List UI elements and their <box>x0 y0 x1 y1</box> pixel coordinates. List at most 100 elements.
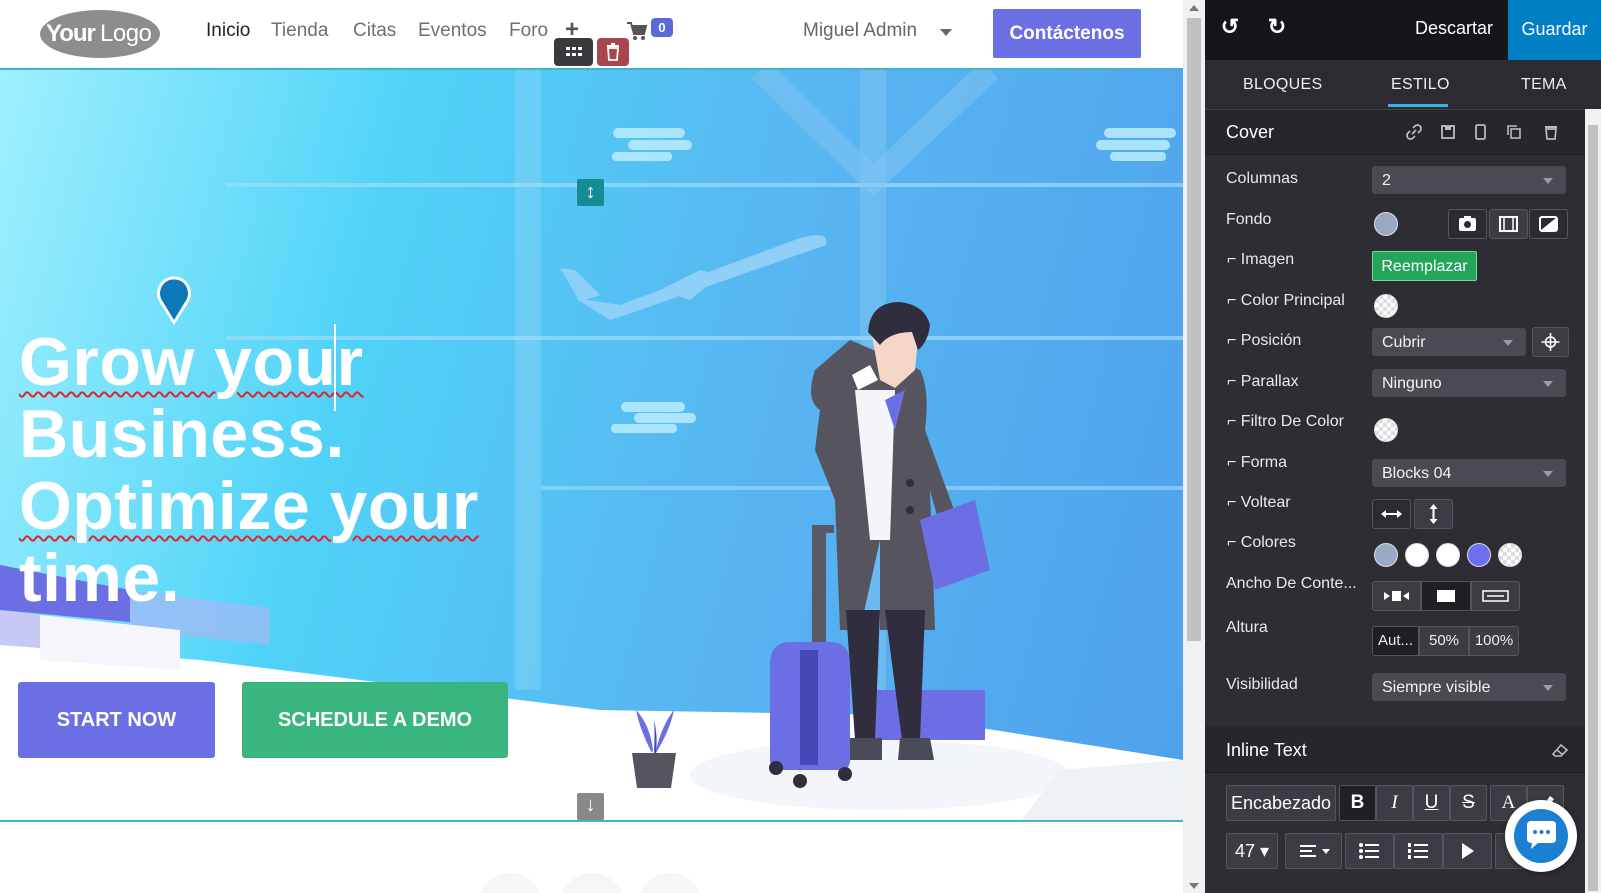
scroll-up-icon[interactable] <box>1189 5 1199 11</box>
shape-color-swatch-4[interactable] <box>1467 543 1491 567</box>
position-label-text: Posición <box>1240 332 1302 349</box>
tab-estilo[interactable]: ESTILO <box>1391 76 1450 94</box>
delete-button[interactable] <box>597 38 629 66</box>
shape-color-swatch-3[interactable] <box>1436 543 1460 567</box>
scrollbar-thumb[interactable] <box>1187 18 1201 641</box>
eraser-icon[interactable] <box>1550 740 1570 760</box>
replace-image-button[interactable]: Reemplazar <box>1372 251 1477 281</box>
svg-text:Your: Your <box>46 20 96 47</box>
svg-text:Logo: Logo <box>100 20 152 47</box>
color-filter-swatch[interactable] <box>1374 418 1398 442</box>
height-label: Altura <box>1226 619 1268 636</box>
shape-color-swatch-2[interactable] <box>1405 543 1429 567</box>
user-menu-caret-icon[interactable] <box>940 29 952 36</box>
live-chat-button[interactable] <box>1505 800 1577 872</box>
image-label-text: Imagen <box>1240 251 1295 268</box>
numbered-list-button[interactable] <box>1394 833 1443 869</box>
colors-label: ⌐ Colores <box>1227 534 1296 551</box>
camera-icon <box>1459 216 1476 231</box>
parallax-select[interactable]: Ninguno <box>1372 369 1566 397</box>
headline-line-4[interactable]: time. <box>19 540 180 616</box>
crosshair-icon <box>1541 333 1560 351</box>
user-menu[interactable]: Miguel Admin <box>803 20 917 42</box>
visibility-label: Visibilidad <box>1226 676 1298 693</box>
nav-item-citas[interactable]: Citas <box>353 20 396 42</box>
content-width-regular-button[interactable] <box>1421 581 1471 611</box>
background-color-swatch[interactable] <box>1374 212 1398 236</box>
text-style-select[interactable]: Encabezado <box>1226 785 1336 821</box>
shape-color-swatch-1[interactable] <box>1374 543 1398 567</box>
cover-section[interactable]: Grow your Business. Optimize your time. … <box>0 70 1183 822</box>
headline-line-1[interactable]: Grow your <box>19 324 364 400</box>
content-width-label: Ancho De Conte... <box>1226 575 1357 592</box>
height-auto-button[interactable]: Aut... <box>1372 626 1419 656</box>
position-label: ⌐ Posición <box>1227 332 1302 349</box>
hero-headline[interactable]: Grow your Business. Optimize your time. <box>19 326 489 614</box>
mobile-icon[interactable] <box>1470 122 1490 142</box>
content-width-full-button[interactable] <box>1471 581 1520 611</box>
background-gradient-button[interactable] <box>1529 209 1568 239</box>
align-select[interactable] <box>1285 833 1342 869</box>
tab-bloques[interactable]: BLOQUES <box>1243 76 1322 94</box>
chevron-down-icon <box>1543 685 1553 691</box>
panel-scrollbar[interactable] <box>1585 109 1601 893</box>
trash-icon[interactable] <box>1541 122 1561 142</box>
save-block-icon[interactable] <box>1438 122 1458 142</box>
headline-line-2[interactable]: Business. <box>19 396 345 472</box>
redo-icon[interactable]: ↻ <box>1264 14 1290 42</box>
position-select[interactable]: Cubrir <box>1372 328 1526 356</box>
scroll-down-icon[interactable] <box>1189 883 1199 889</box>
resize-top-handle[interactable]: ↕ <box>577 179 604 206</box>
shape-select[interactable]: Blocks 04 <box>1372 459 1566 487</box>
start-now-button[interactable]: START NOW <box>18 682 215 758</box>
duplicate-icon[interactable] <box>1504 122 1524 142</box>
save-button[interactable]: Guardar <box>1508 0 1601 60</box>
cover-section-title: Cover <box>1226 122 1275 142</box>
parallax-label-text: Parallax <box>1240 373 1299 390</box>
cart-icon[interactable] <box>626 20 648 42</box>
italic-button[interactable]: I <box>1376 785 1413 821</box>
link-icon[interactable] <box>1404 122 1424 142</box>
background-video-button[interactable] <box>1489 209 1528 239</box>
flip-label: ⌐ Voltear <box>1227 494 1291 511</box>
flip-horizontal-button[interactable] <box>1372 499 1411 529</box>
logo[interactable]: Your Logo <box>38 8 162 60</box>
position-picker-button[interactable] <box>1532 327 1569 357</box>
color-filter-label: ⌐ Filtro De Color <box>1227 413 1344 430</box>
tab-tema[interactable]: TEMA <box>1521 76 1567 94</box>
discard-button[interactable]: Descartar <box>1415 18 1493 39</box>
bullet-list-button[interactable] <box>1345 833 1394 869</box>
shape-value: Blocks 04 <box>1382 465 1452 482</box>
height-100-button[interactable]: 100% <box>1469 626 1519 656</box>
preview-scrollbar[interactable] <box>1183 0 1205 893</box>
headline-line-3[interactable]: Optimize your <box>19 468 479 544</box>
undo-icon[interactable]: ↺ <box>1217 14 1243 42</box>
contact-button[interactable]: Contáctenos <box>993 9 1141 58</box>
move-down-icon[interactable]: ↓ <box>577 793 604 820</box>
height-50-button[interactable]: 50% <box>1419 626 1469 656</box>
content-width-small-button[interactable] <box>1372 581 1421 611</box>
chevron-down-icon <box>1543 178 1553 184</box>
grid-options-button[interactable] <box>554 38 593 66</box>
play-button[interactable] <box>1443 833 1492 869</box>
schedule-demo-button[interactable]: SCHEDULE A DEMO <box>242 682 508 758</box>
nav-item-eventos[interactable]: Eventos <box>418 20 487 42</box>
bold-button[interactable]: B <box>1339 785 1376 821</box>
main-color-swatch[interactable] <box>1374 294 1398 318</box>
font-size-select[interactable]: 47 ▾ <box>1226 833 1278 869</box>
columns-select[interactable]: 2 <box>1372 166 1566 194</box>
position-value: Cubrir <box>1382 334 1426 351</box>
visibility-select[interactable]: Siempre visible <box>1372 673 1566 701</box>
chevron-down-icon <box>1543 381 1553 387</box>
shape-color-swatch-5[interactable] <box>1498 543 1522 567</box>
flip-vertical-button[interactable] <box>1414 499 1453 529</box>
nav-item-inicio[interactable]: Inicio <box>206 20 250 42</box>
nav-item-foro[interactable]: Foro <box>509 20 548 42</box>
underline-button[interactable]: U <box>1413 785 1450 821</box>
panel-scrollbar-thumb[interactable] <box>1588 125 1598 891</box>
background-image-button[interactable] <box>1448 209 1487 239</box>
strikethrough-button[interactable]: S <box>1450 785 1487 821</box>
nav-item-tienda[interactable]: Tienda <box>271 20 328 42</box>
next-section-decoration <box>480 873 700 893</box>
regular-width-icon <box>1437 590 1455 602</box>
